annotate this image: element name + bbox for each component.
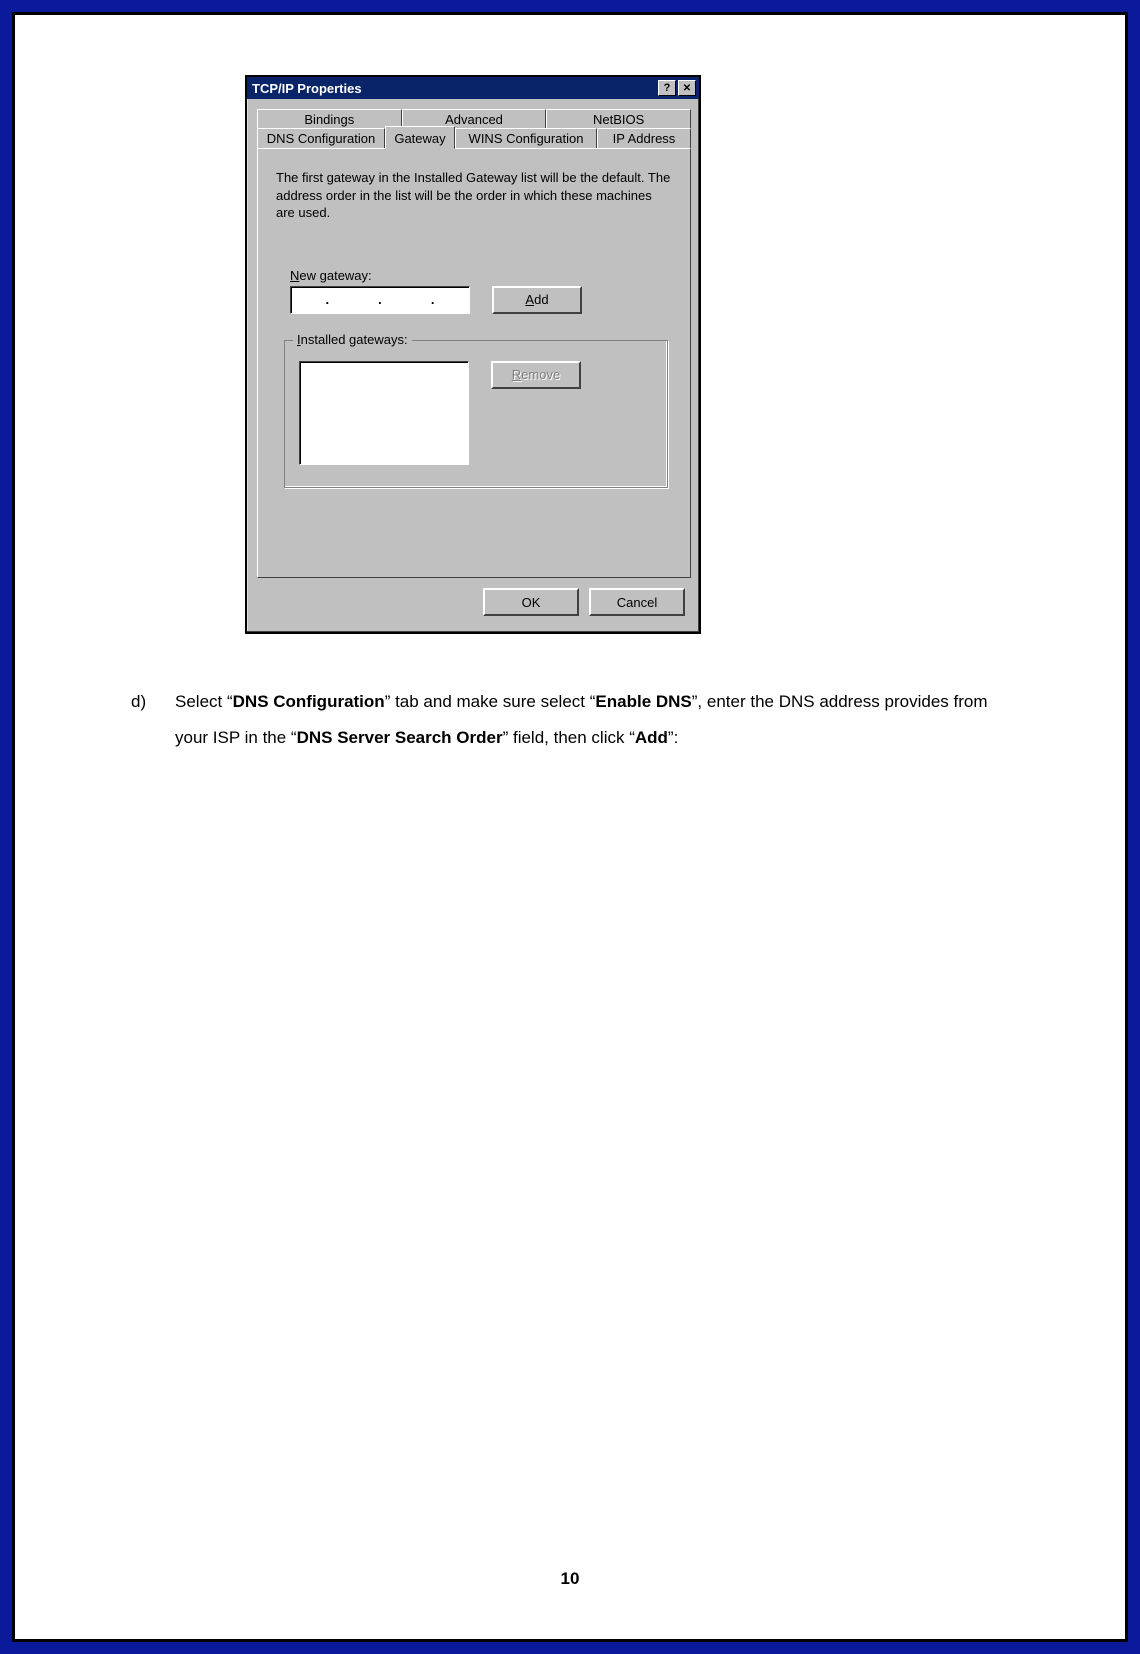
tab-wins-configuration[interactable]: WINS Configuration xyxy=(455,128,597,149)
ok-button[interactable]: OK xyxy=(483,588,579,616)
installed-gateways-group: Installed gateways: Remove xyxy=(284,340,668,488)
add-button[interactable]: Add xyxy=(492,286,582,314)
page-number: 10 xyxy=(15,1569,1125,1589)
dialog-footer: OK Cancel xyxy=(255,578,691,624)
tab-ip-address[interactable]: IP Address xyxy=(597,128,691,149)
dialog-titlebar: TCP/IP Properties ? ✕ xyxy=(247,77,699,99)
instruction-marker: d) xyxy=(131,684,175,755)
installed-gateways-label: Installed gateways: xyxy=(293,332,412,347)
dialog-title: TCP/IP Properties xyxy=(252,81,362,96)
tab-row-front: DNS Configuration Gateway WINS Configura… xyxy=(257,128,691,149)
page-outer-border: TCP/IP Properties ? ✕ Bindings Advanced … xyxy=(0,0,1140,1654)
tab-netbios[interactable]: NetBIOS xyxy=(546,109,691,129)
ip-dot-icon: . xyxy=(431,292,435,307)
installed-gateways-listbox[interactable] xyxy=(299,361,469,465)
cancel-button[interactable]: Cancel xyxy=(589,588,685,616)
new-gateway-label: New gateway: xyxy=(290,268,672,283)
new-gateway-block: New gateway: . . . Add xyxy=(290,268,672,314)
tab-dns-configuration[interactable]: DNS Configuration xyxy=(257,128,385,149)
tab-panel-gateway: The first gateway in the Installed Gatew… xyxy=(257,148,691,578)
titlebar-buttons: ? ✕ xyxy=(658,80,696,96)
tab-row-back: Bindings Advanced NetBIOS xyxy=(257,109,691,129)
tab-strip: Bindings Advanced NetBIOS DNS Configurat… xyxy=(255,109,691,149)
page-inner: TCP/IP Properties ? ✕ Bindings Advanced … xyxy=(12,12,1128,1642)
ip-dot-icon: . xyxy=(378,292,382,307)
remove-button: Remove xyxy=(491,361,581,389)
instruction-paragraph: d) Select “DNS Configuration” tab and ma… xyxy=(131,684,1009,755)
tab-gateway[interactable]: Gateway xyxy=(385,126,455,149)
new-gateway-input[interactable]: . . . xyxy=(290,286,470,314)
help-icon[interactable]: ? xyxy=(658,80,676,96)
gateway-description: The first gateway in the Installed Gatew… xyxy=(276,169,672,222)
dialog-body: Bindings Advanced NetBIOS DNS Configurat… xyxy=(247,99,699,632)
tab-bindings[interactable]: Bindings xyxy=(257,109,402,129)
close-icon[interactable]: ✕ xyxy=(678,80,696,96)
ip-dot-icon: . xyxy=(326,292,330,307)
instruction-body: Select “DNS Configuration” tab and make … xyxy=(175,684,1009,755)
tcpip-properties-dialog: TCP/IP Properties ? ✕ Bindings Advanced … xyxy=(245,75,701,634)
